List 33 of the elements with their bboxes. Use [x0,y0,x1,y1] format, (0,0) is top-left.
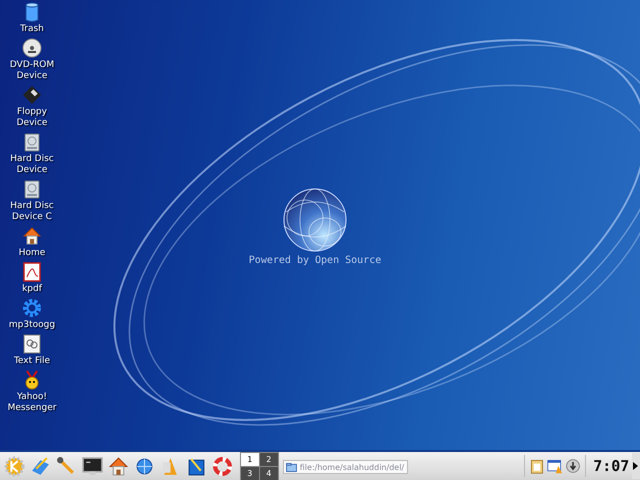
right-arrow-icon [633,462,638,470]
house-icon[interactable] [108,456,129,476]
desktop-icon-label[interactable]: Hard Disc Device C [1,201,63,223]
clipboard-icon[interactable] [529,458,546,474]
wallpaper-caption: Powered by Open Source [248,255,382,266]
pen-on-paper-icon[interactable] [30,456,51,476]
desktop-icon-label[interactable]: Trash [1,24,63,35]
calendar-icon[interactable] [547,458,564,474]
download-icon[interactable] [565,458,582,474]
desktop-icon-label[interactable]: Hard Disc Device [1,154,63,176]
wrench-icon[interactable] [56,456,77,476]
document-icon [22,334,42,354]
folder-icon [286,462,297,472]
desktop-icon-label[interactable]: Text File [1,356,63,367]
desktop-button[interactable]: 3 [240,466,259,480]
desktop-icon-label[interactable]: Floppy Device [1,107,63,129]
desktop-button[interactable]: 1 [240,452,259,466]
clock[interactable]: 7:07 [590,457,632,475]
desktop-icon-label[interactable]: Yahoo! Messenger [1,392,63,414]
house-icon [22,226,42,246]
desktop-icon-label[interactable]: mp3toogg [1,320,63,331]
globe-icon[interactable] [134,456,155,476]
disc-icon [22,38,42,58]
monitor-icon[interactable] [82,456,103,476]
gear-icon [22,298,42,318]
desktop-button[interactable]: 4 [260,466,278,480]
desktop-icon-label[interactable]: kpdf [1,284,63,295]
desktop-button[interactable]: 2 [260,452,278,466]
lifebuoy-icon[interactable] [212,456,233,476]
expand-arrow-button[interactable] [632,453,640,479]
desktop-icon-label[interactable]: DVD-ROM Device [1,60,63,82]
document-icon [22,262,42,282]
desktop-icon-label[interactable]: Home [1,248,63,259]
